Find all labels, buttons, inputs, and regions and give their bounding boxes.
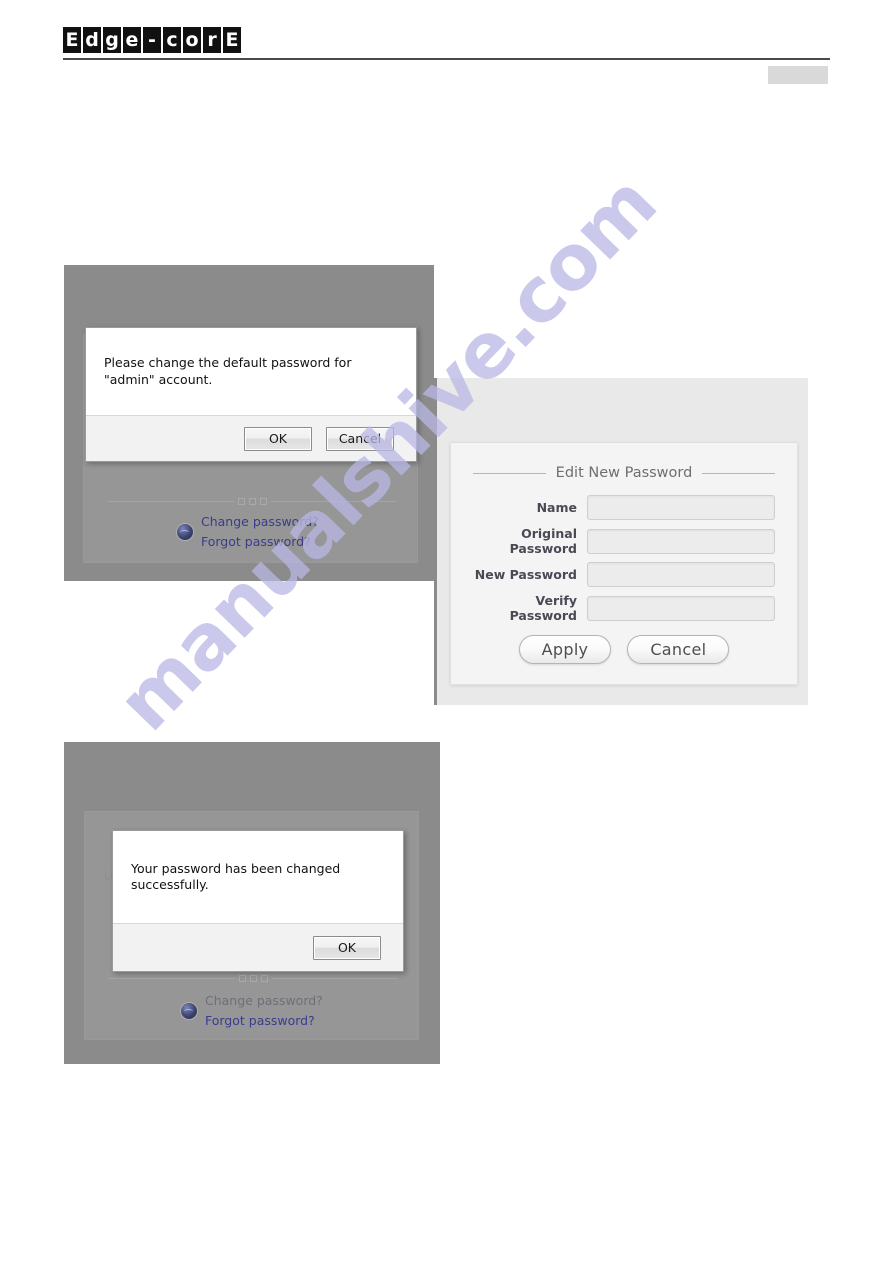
globe-icon [177, 524, 193, 540]
name-input[interactable] [587, 495, 775, 520]
dialog-message: Your password has been changed successfu… [131, 860, 341, 892]
default-password-dialog: Please change the default password for "… [85, 327, 417, 462]
dialog-message: Please change the default password for "… [104, 355, 352, 387]
new-password-label: New Password [474, 567, 577, 582]
logo-letter: d [83, 27, 101, 53]
divider-line-right [270, 501, 397, 502]
divider-line-left [107, 501, 234, 502]
dialog-body: Please change the default password for "… [86, 328, 416, 415]
divider-square [237, 498, 245, 505]
header-placeholder-box [768, 66, 828, 84]
password-links-column: Change password? Forgot password? [205, 992, 323, 1030]
title-line-right [702, 472, 775, 474]
form-row-name: Name [465, 495, 775, 520]
divider-square [260, 975, 268, 982]
logo-letter: e [123, 27, 141, 53]
logo-letter: o [183, 27, 201, 53]
edgecore-logo: E d g e - c o r E [63, 27, 241, 53]
cancel-button[interactable]: Cancel [326, 426, 394, 451]
logo-letter: g [103, 27, 121, 53]
page-header: E d g e - c o r E [0, 0, 893, 100]
original-password-label: Original Password [509, 526, 577, 556]
password-links-group: Change password? Forgot password? [181, 992, 323, 1030]
divider-square [238, 975, 246, 982]
divider-square [248, 498, 256, 505]
dialog-footer: OK [113, 923, 403, 971]
change-password-link[interactable]: Change password? [201, 513, 319, 531]
divider-line-left [108, 978, 235, 979]
edit-password-title-row: Edit New Password [451, 465, 797, 481]
panel-title: Edit New Password [555, 465, 693, 481]
password-changed-dialog: Your password has been changed successfu… [112, 830, 404, 972]
form-row-verify-password: Verify Password [465, 593, 775, 623]
logo-letter: - [143, 27, 161, 53]
verify-password-label: Verify Password [509, 593, 577, 623]
divider-line-right [271, 978, 398, 979]
ok-button[interactable]: OK [244, 426, 312, 451]
panel-divider [108, 975, 398, 982]
figure-password-changed-screenshot: U Change password? Forgot password? Your… [64, 742, 440, 1064]
password-links-column: Change password? Forgot password? [201, 513, 319, 551]
verify-password-input[interactable] [587, 595, 775, 621]
name-label: Name [536, 500, 577, 515]
password-links-group: Change password? Forgot password? [177, 513, 319, 551]
logo-letter: c [163, 27, 181, 53]
divider-square [259, 498, 267, 505]
dialog-body: Your password has been changed successfu… [113, 831, 403, 923]
logo-letter: E [63, 27, 81, 53]
dialog-footer: OK Cancel [86, 415, 416, 461]
form-row-new-password: New Password [465, 562, 775, 587]
form-row-original-password: Original Password [465, 526, 775, 556]
original-password-input[interactable] [587, 528, 775, 554]
forgot-password-link[interactable]: Forgot password? [205, 1012, 323, 1030]
forgot-password-link[interactable]: Forgot password? [201, 533, 319, 551]
logo-letter: r [203, 27, 221, 53]
password-form: Name Original Password New Password Veri… [451, 495, 797, 623]
figure-edit-new-password-screenshot: Edit New Password Name Original Password… [434, 378, 808, 705]
logo-letter: E [223, 27, 241, 53]
edit-password-actions: Apply Cancel [451, 635, 797, 664]
divider-square [249, 975, 257, 982]
globe-icon [181, 1003, 197, 1019]
figure-default-password-screenshot: Change password? Forgot password? Please… [64, 265, 434, 581]
panel-divider [107, 498, 397, 505]
title-line-left [473, 472, 546, 474]
ok-button[interactable]: OK [313, 935, 381, 960]
edit-new-password-card: Edit New Password Name Original Password… [450, 442, 798, 685]
header-divider [63, 58, 830, 60]
change-password-link[interactable]: Change password? [205, 992, 323, 1010]
new-password-input[interactable] [587, 562, 775, 587]
cancel-button[interactable]: Cancel [627, 635, 730, 664]
apply-button[interactable]: Apply [518, 635, 612, 664]
